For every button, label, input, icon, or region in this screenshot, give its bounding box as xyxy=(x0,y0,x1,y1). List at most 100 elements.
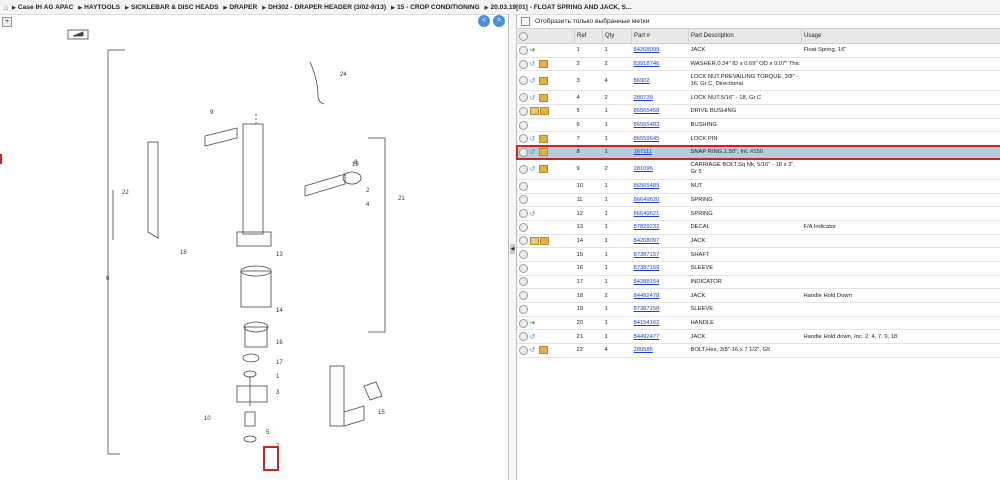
add-icon[interactable] xyxy=(518,45,528,55)
part-number-link[interactable]: 86565489 xyxy=(634,183,660,189)
col-usage[interactable]: Usage xyxy=(801,28,1000,44)
callout-label[interactable]: 13 xyxy=(276,252,283,258)
part-number-link[interactable]: 86565458 xyxy=(634,108,660,114)
part-number-link[interactable]: 87387159 xyxy=(634,265,660,271)
box-icon[interactable] xyxy=(538,134,548,143)
col-desc[interactable]: Part Description xyxy=(688,28,802,44)
table-row[interactable]: ↺ 12 1 86649621 SPRING xyxy=(516,206,1000,221)
highlighted-part-8[interactable] xyxy=(263,446,279,471)
callout-label[interactable]: 10 xyxy=(204,416,211,422)
table-row[interactable]: 6 1 86565483 BUSHING xyxy=(516,118,1000,133)
box-icon[interactable] xyxy=(539,107,549,116)
add-icon[interactable] xyxy=(518,277,528,287)
substitute-arrow-icon[interactable]: ↺ xyxy=(530,210,537,218)
part-number-link[interactable]: 86649621 xyxy=(634,211,660,217)
table-row[interactable]: 10 1 86565489 NUT xyxy=(516,179,1000,194)
table-row[interactable]: 15 1 87387157 SHAFT xyxy=(516,247,1000,262)
table-row[interactable]: ↺ 4 2 280739 LOCK NUT,5/16" - 18, Gr C xyxy=(516,90,1000,106)
callout-label[interactable]: 18 xyxy=(180,250,187,256)
callout-label[interactable]: 2 xyxy=(366,188,370,194)
table-row[interactable]: ↺ 9 2 281096 CARRIAGE BOLT,Sq Nk, 5/16" - 18… xyxy=(516,159,1000,180)
table-row[interactable]: ↺ 2 2 83918746 WASHER,0.34" ID x 0.69" OD x … xyxy=(516,57,1000,72)
replace-arrow-icon[interactable]: ➜ xyxy=(530,319,537,327)
callout-label[interactable]: 4 xyxy=(366,202,370,208)
substitute-arrow-icon[interactable]: ↺ xyxy=(530,60,537,68)
collapse-icon[interactable]: ◀ xyxy=(510,244,515,254)
callout-label[interactable]: 1 xyxy=(276,374,280,380)
add-icon[interactable] xyxy=(518,195,528,205)
add-icon[interactable] xyxy=(518,332,528,342)
breadcrumb-item[interactable]: Case IH AG APAC xyxy=(12,4,73,11)
part-number-link[interactable]: 84268099 xyxy=(634,47,660,53)
table-row[interactable]: 13 1 87829232 DECAL F/A Indicator xyxy=(516,220,1000,235)
table-row[interactable]: 11 1 86649620 SPRING xyxy=(516,193,1000,208)
table-row[interactable]: ➜ 1 1 84268099 JACK Float Spring, 16" xyxy=(516,43,1000,58)
table-row[interactable]: ↺ 22 4 280585 BOLT,Hex, 3/8"-16 x 7 1/2", G5 xyxy=(516,343,1000,358)
box-icon[interactable] xyxy=(539,236,549,245)
callout-label[interactable]: 24 xyxy=(340,72,347,78)
table-row[interactable]: 19 1 87387158 SLEEVE xyxy=(516,302,1000,317)
table-row[interactable]: ↺ 7 1 86559645 LOCK PIN xyxy=(516,131,1000,147)
part-number-link[interactable]: 84288154 xyxy=(634,279,660,285)
breadcrumb-item[interactable]: HAYTOOLS xyxy=(78,4,120,11)
add-icon[interactable] xyxy=(518,250,528,260)
add-icon[interactable] xyxy=(518,304,528,314)
part-number-link[interactable]: 86565483 xyxy=(634,122,660,128)
table-row[interactable]: ↺ 8 1 167111 SNAP RING,1.50", Int, #150 xyxy=(515,144,1000,161)
callout-label[interactable]: 3 xyxy=(276,390,280,396)
filter-checkbox[interactable] xyxy=(521,16,530,26)
breadcrumb-item[interactable]: DRAPER xyxy=(224,4,258,11)
table-row[interactable]: 16 1 87387159 SLEEVE xyxy=(516,261,1000,276)
col-ref[interactable]: Ref xyxy=(574,28,603,44)
add-icon[interactable] xyxy=(518,236,528,246)
table-row[interactable]: ↺ 21 1 84492477 JACK Handle Hold down, Inc. 2… xyxy=(516,329,1000,345)
col-part[interactable]: Part # xyxy=(631,28,689,44)
replace-arrow-icon[interactable]: ➜ xyxy=(530,46,537,54)
callout-label[interactable]: 22 xyxy=(122,190,129,196)
callout-label[interactable]: 15 xyxy=(378,410,385,416)
box-icon[interactable] xyxy=(538,346,548,355)
part-number-link[interactable]: 84492477 xyxy=(634,334,660,340)
add-icon[interactable] xyxy=(518,59,528,69)
part-number-link[interactable]: 84154162 xyxy=(634,320,660,326)
add-icon[interactable] xyxy=(518,181,528,191)
substitute-arrow-icon[interactable]: ↺ xyxy=(530,333,537,341)
callout-label[interactable]: 21 xyxy=(398,196,405,202)
add-icon[interactable] xyxy=(518,209,528,219)
table-row[interactable]: 5 1 86565458 DRIVE BUSHING xyxy=(516,104,1000,119)
callout-label[interactable]: 14 xyxy=(276,308,283,314)
substitute-arrow-icon[interactable]: ↺ xyxy=(530,148,537,156)
table-row[interactable]: ↺ 3 4 86902 LOCK NUT,PREVAILING TORQUE, 3/8"… xyxy=(516,70,1000,92)
substitute-arrow-icon[interactable]: ↺ xyxy=(530,135,537,143)
add-icon[interactable] xyxy=(518,120,528,130)
add-icon[interactable] xyxy=(518,147,528,157)
add-icon[interactable] xyxy=(518,76,528,86)
box-icon[interactable] xyxy=(538,93,548,102)
table-row[interactable]: 18 2 84492478 JACK Handle Hold Down xyxy=(516,288,1000,303)
part-number-link[interactable]: 86902 xyxy=(634,78,650,84)
add-icon[interactable] xyxy=(518,263,528,273)
part-number-link[interactable]: 87387158 xyxy=(634,306,660,312)
substitute-arrow-icon[interactable]: ↺ xyxy=(530,77,537,85)
part-number-link[interactable]: 281096 xyxy=(634,166,653,172)
doc-icon[interactable] xyxy=(529,107,539,116)
add-icon[interactable] xyxy=(518,93,528,103)
home-icon[interactable]: ⌂ xyxy=(0,3,12,12)
box-icon[interactable] xyxy=(538,165,548,174)
part-number-link[interactable]: 86559645 xyxy=(634,136,660,142)
callout-label[interactable]: 5 xyxy=(266,430,270,436)
part-number-link[interactable]: 280739 xyxy=(634,95,653,101)
table-row[interactable]: 14 1 84268097 JACK xyxy=(516,234,1000,249)
add-icon[interactable] xyxy=(518,222,528,232)
doc-icon[interactable] xyxy=(529,236,539,245)
part-number-link[interactable]: 87387157 xyxy=(634,252,660,258)
add-icon[interactable] xyxy=(518,134,528,144)
part-number-link[interactable]: 84492478 xyxy=(634,293,660,299)
add-icon[interactable] xyxy=(518,318,528,328)
settings-icon[interactable] xyxy=(519,31,528,41)
add-icon[interactable] xyxy=(518,291,528,301)
breadcrumb-item[interactable]: SICKLEBAR & DISC HEADS xyxy=(125,4,218,11)
substitute-arrow-icon[interactable]: ↺ xyxy=(530,94,537,102)
callout-label[interactable]: 9 xyxy=(210,110,214,116)
add-icon[interactable] xyxy=(518,106,528,116)
